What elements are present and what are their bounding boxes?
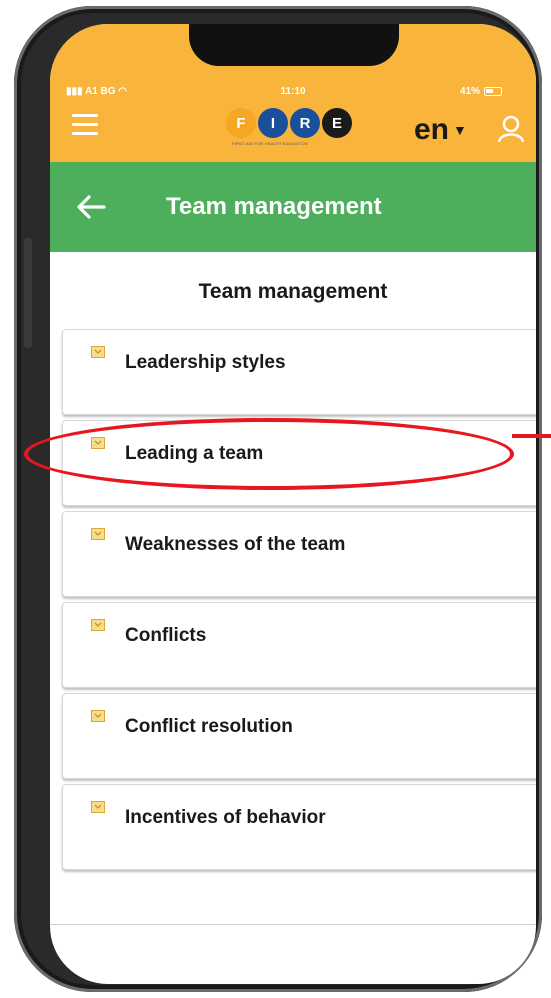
topic-item-incentives-of-behavior[interactable]: Incentives of behavior bbox=[62, 784, 536, 870]
footer-divider bbox=[50, 924, 536, 925]
topic-label: Incentives of behavior bbox=[125, 807, 326, 828]
fire-logo: FIRE FIRST-AID FOR HEALTH EDUCATION bbox=[226, 108, 386, 158]
highlight-ellipse bbox=[24, 418, 514, 490]
page-title: Team management bbox=[166, 193, 382, 220]
topic-item-weaknesses-of-the-team[interactable]: Weaknesses of the team bbox=[62, 511, 536, 597]
topic-item-leadership-styles[interactable]: Leadership styles bbox=[62, 329, 536, 415]
battery-icon bbox=[484, 87, 502, 96]
user-icon[interactable] bbox=[496, 114, 526, 144]
status-bar: ▮▮▮ A1 BG ◠ 11:10 41% bbox=[50, 84, 536, 104]
logo-letter-e: E bbox=[322, 108, 352, 138]
title-bar: Team management bbox=[50, 162, 536, 252]
topic-label: Conflict resolution bbox=[125, 716, 293, 737]
phone-notch bbox=[189, 24, 399, 66]
topic-item-conflicts[interactable]: Conflicts bbox=[62, 602, 536, 688]
highlight-pointer-line bbox=[512, 434, 551, 438]
phone-screen: ▮▮▮ A1 BG ◠ 11:10 41% FIRE FIRST-AID FOR… bbox=[50, 24, 536, 984]
topic-item-conflict-resolution[interactable]: Conflict resolution bbox=[62, 693, 536, 779]
language-code: en bbox=[414, 113, 450, 146]
status-battery: 41% bbox=[460, 86, 502, 97]
book-icon bbox=[91, 528, 105, 540]
caret-down-icon: ▼ bbox=[453, 122, 467, 138]
volume-button bbox=[24, 238, 32, 348]
book-icon bbox=[91, 619, 105, 631]
topic-label: Weaknesses of the team bbox=[125, 534, 346, 555]
phone-frame: ▮▮▮ A1 BG ◠ 11:10 41% FIRE FIRST-AID FOR… bbox=[14, 6, 542, 992]
section-title: Team management bbox=[198, 280, 388, 303]
hamburger-menu-icon[interactable] bbox=[72, 114, 98, 136]
logo-tagline: FIRST-AID FOR HEALTH EDUCATION bbox=[232, 141, 308, 146]
book-icon bbox=[91, 710, 105, 722]
logo-letter-r: R bbox=[290, 108, 320, 138]
logo-letter-f: F bbox=[226, 108, 256, 138]
topic-label: Leadership styles bbox=[125, 352, 286, 373]
topic-label: Conflicts bbox=[125, 625, 207, 646]
book-icon bbox=[91, 346, 105, 358]
language-selector[interactable]: en ▼ bbox=[414, 113, 467, 147]
back-arrow-icon[interactable] bbox=[76, 195, 106, 219]
topic-list: Leadership styles Leading a team Weaknes… bbox=[62, 329, 536, 875]
logo-letter-i: I bbox=[258, 108, 288, 138]
book-icon bbox=[91, 801, 105, 813]
